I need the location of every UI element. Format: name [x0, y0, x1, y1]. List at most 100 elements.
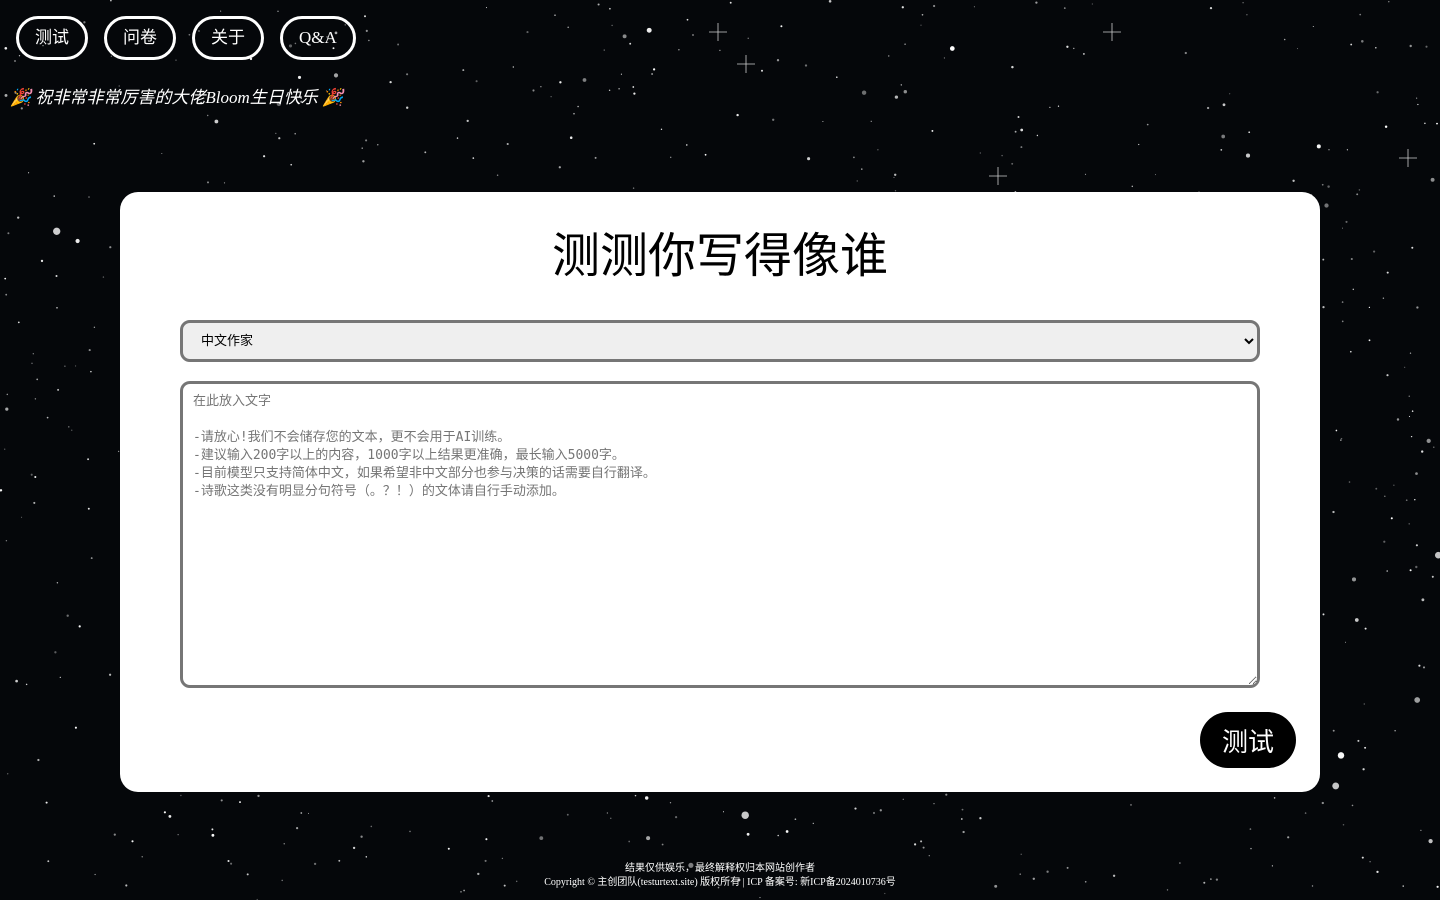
star — [14, 60, 16, 62]
star — [1352, 288, 1355, 291]
top-nav: 测试 问卷 关于 Q&A — [16, 16, 356, 60]
star — [275, 132, 277, 135]
star — [747, 37, 749, 39]
star — [57, 388, 60, 391]
star — [1184, 51, 1187, 55]
star — [618, 87, 620, 90]
star — [168, 814, 172, 818]
star — [1341, 227, 1344, 229]
star — [902, 798, 904, 800]
nav-test-button[interactable]: 测试 — [16, 16, 88, 60]
star — [1035, 1, 1038, 4]
star — [928, 855, 930, 857]
star — [37, 758, 40, 762]
star — [772, 118, 775, 121]
star — [1332, 782, 1340, 790]
star — [729, 1, 732, 4]
star — [879, 809, 882, 812]
star — [1416, 306, 1419, 309]
star — [532, 89, 535, 92]
star — [5, 540, 8, 542]
star — [1417, 103, 1419, 106]
star — [28, 172, 30, 174]
star — [113, 833, 116, 836]
star — [1386, 271, 1389, 274]
star — [628, 840, 631, 843]
star — [90, 557, 93, 560]
star — [1425, 45, 1428, 48]
star — [17, 216, 20, 219]
star — [932, 4, 936, 8]
star — [692, 34, 694, 36]
star — [931, 129, 934, 132]
star — [1344, 641, 1347, 643]
star — [352, 846, 356, 850]
star — [1364, 627, 1367, 630]
star — [540, 86, 542, 88]
star — [1386, 570, 1388, 572]
nav-qa-button[interactable]: Q&A — [280, 16, 356, 60]
star — [1283, 38, 1286, 41]
star — [861, 168, 863, 170]
star — [1332, 510, 1335, 514]
nav-about-button[interactable]: 关于 — [192, 16, 264, 60]
star — [836, 76, 838, 78]
star — [1057, 105, 1060, 107]
text-input[interactable] — [180, 381, 1260, 688]
star — [370, 825, 373, 828]
star — [1368, 339, 1371, 342]
star — [87, 507, 90, 510]
star — [56, 307, 58, 309]
star — [1393, 484, 1395, 486]
star — [1245, 153, 1251, 158]
star — [447, 847, 450, 850]
star — [88, 196, 90, 198]
star — [1349, 350, 1352, 353]
star — [894, 95, 899, 99]
star — [1384, 125, 1388, 128]
star — [566, 813, 569, 816]
star — [4, 93, 8, 97]
star — [904, 43, 906, 46]
star — [1409, 44, 1412, 48]
submit-test-button[interactable]: 测试 — [1200, 712, 1296, 768]
star — [736, 113, 739, 117]
star — [1358, 189, 1361, 191]
star — [1416, 97, 1418, 99]
star — [1384, 495, 1386, 498]
star — [1321, 801, 1324, 805]
writer-category-select[interactable]: 中文作家 — [180, 320, 1260, 362]
star — [364, 15, 366, 18]
star — [263, 155, 266, 158]
star — [53, 227, 61, 235]
star — [828, 0, 832, 3]
star — [660, 128, 663, 130]
star — [5, 407, 9, 411]
star — [220, 10, 222, 12]
star — [913, 843, 917, 846]
footer: 结果仅供娱乐，最终解释权归本网站创作者 Copyright © 主创团队(tes… — [0, 862, 1440, 890]
nav-survey-button[interactable]: 问卷 — [104, 16, 176, 60]
star — [239, 801, 241, 804]
main-card: 测测你写得像谁 中文作家 测试 — [120, 192, 1320, 792]
star — [539, 836, 544, 841]
star — [1408, 395, 1410, 397]
star — [960, 818, 963, 820]
star — [297, 75, 302, 79]
star — [161, 152, 163, 155]
star — [1421, 450, 1424, 453]
star — [1376, 91, 1379, 94]
star — [31, 362, 33, 365]
star — [526, 31, 529, 34]
star — [6, 393, 9, 396]
star — [365, 139, 368, 142]
star — [1409, 352, 1412, 354]
star — [1335, 429, 1338, 432]
star — [1414, 499, 1416, 501]
star — [40, 259, 44, 263]
star — [822, 120, 824, 123]
star — [90, 370, 92, 373]
star — [1426, 438, 1431, 444]
star — [609, 7, 611, 10]
star — [1421, 598, 1425, 602]
